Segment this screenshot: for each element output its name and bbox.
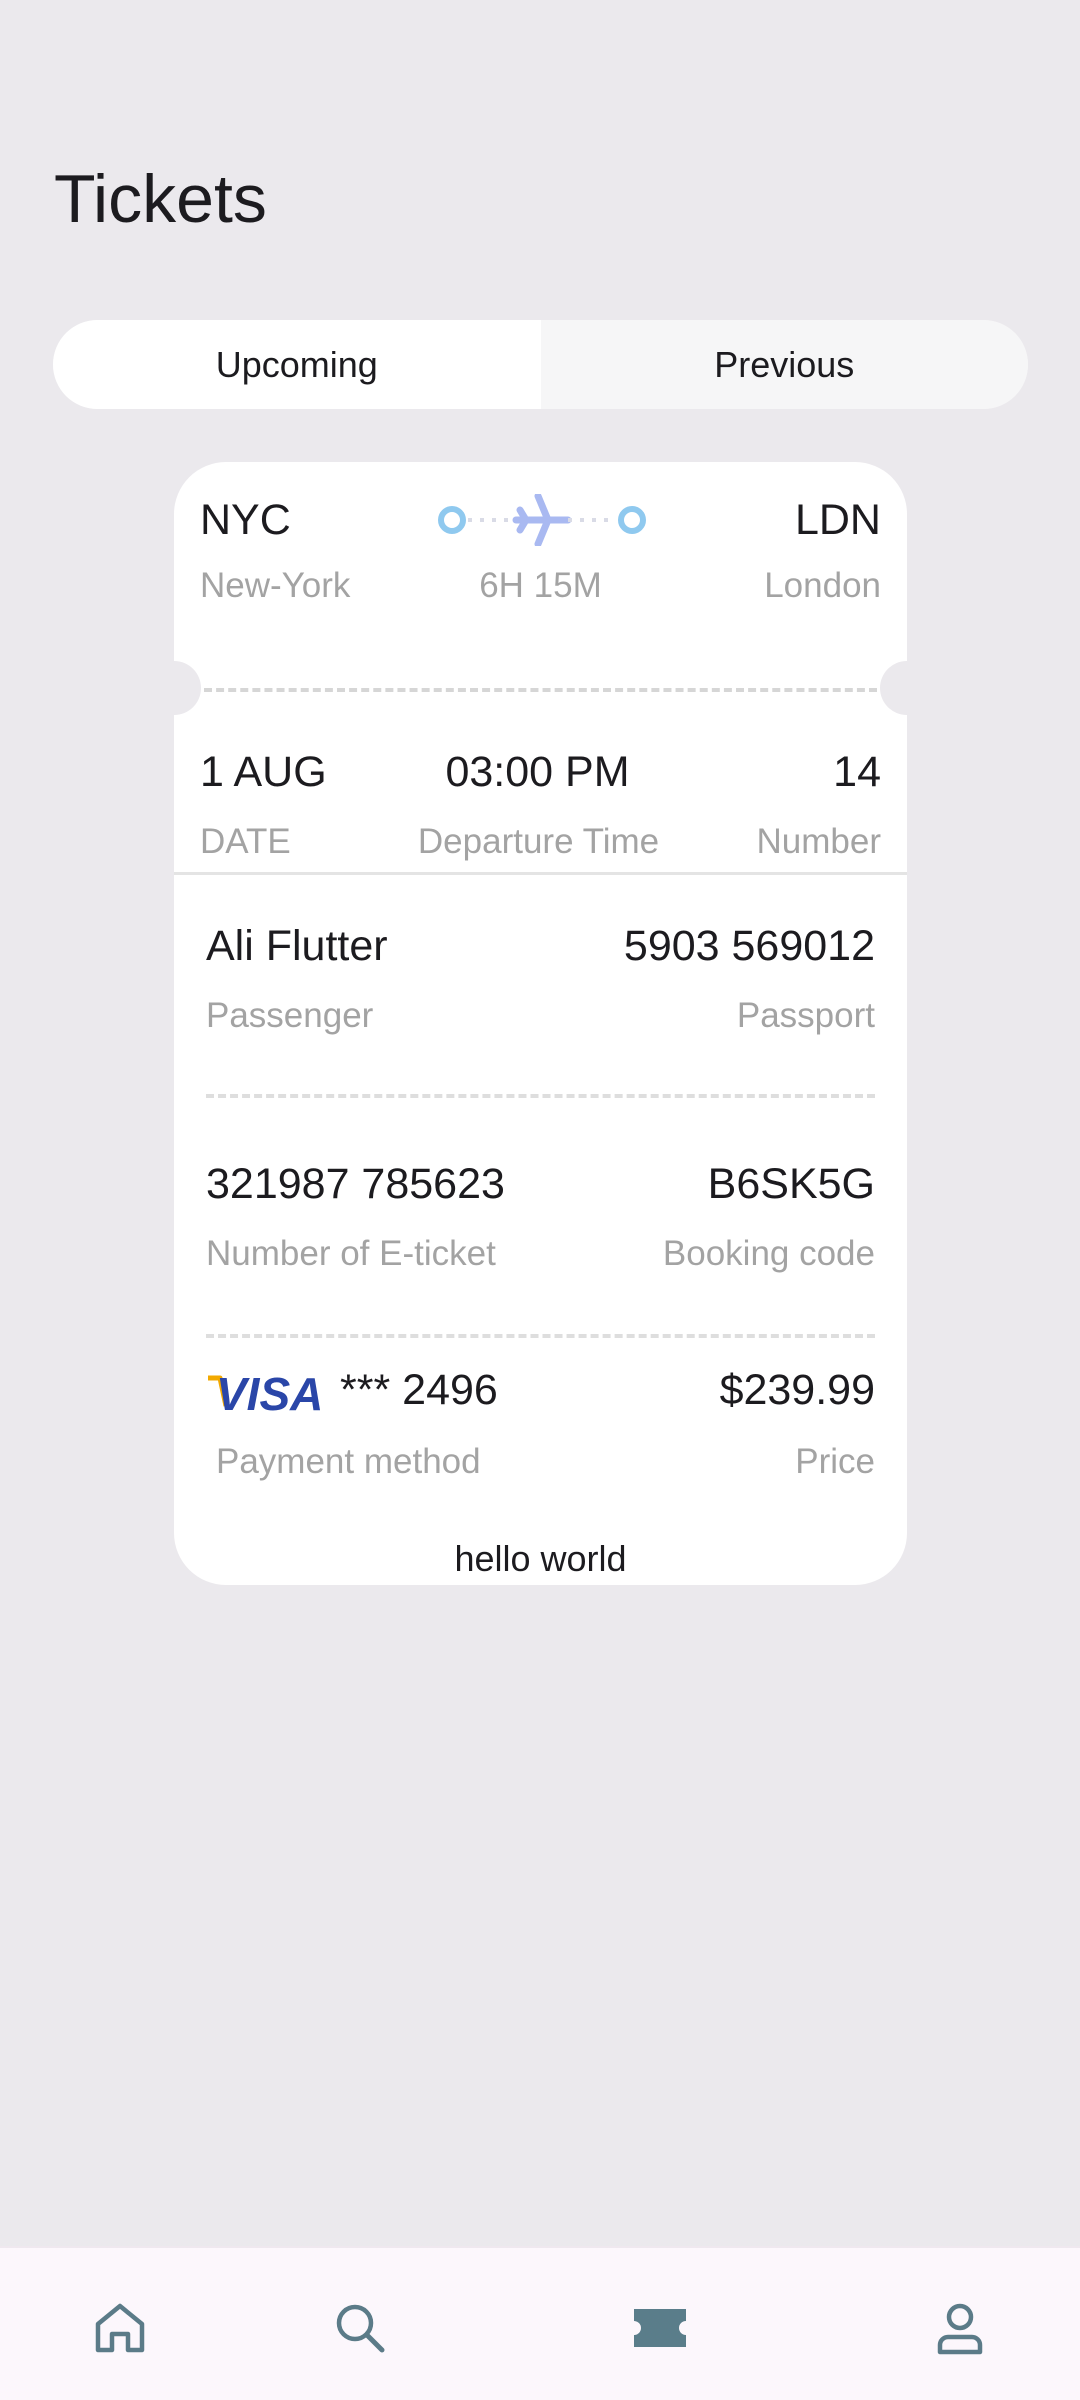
notch-right [880, 661, 934, 715]
seat-number-value: 14 [833, 748, 881, 796]
dashed-separator [206, 1094, 875, 1098]
ticket-icon [634, 2309, 686, 2347]
nav-profile[interactable] [930, 2298, 990, 2358]
booking-code-label: Booking code [662, 1234, 875, 1273]
booking-code: B6SK5G [707, 1160, 875, 1208]
search-icon [336, 2304, 385, 2353]
home-icon [95, 2303, 145, 2353]
section-divider [174, 872, 907, 875]
tab-previous[interactable]: Previous [540, 320, 1028, 409]
destination-code: LDN [794, 496, 881, 544]
plane-icon [512, 494, 572, 546]
ticket-tabs: Upcoming Previous [53, 320, 1028, 409]
origin-code: NYC [200, 496, 291, 544]
eticket-number: 321987 785623 [206, 1160, 505, 1208]
seat-number-label: Number [756, 822, 881, 861]
bottom-navigation [0, 2246, 1080, 2400]
dashed-separator [206, 1334, 875, 1338]
departure-time-value: 03:00 PM [445, 748, 630, 796]
nav-search[interactable] [330, 2298, 390, 2358]
flight-path-icon [438, 494, 646, 546]
payment-method-label: Payment method [216, 1442, 481, 1481]
profile-icon [937, 2303, 983, 2355]
tab-upcoming[interactable]: Upcoming [53, 320, 541, 409]
destination-city: London [764, 566, 881, 605]
passport-label: Passport [736, 996, 875, 1035]
passenger-name: Ali Flutter [206, 922, 388, 970]
nav-tickets[interactable] [630, 2298, 690, 2358]
visa-logo-text: VISA [216, 1368, 323, 1416]
notch-left [147, 661, 201, 715]
visa-logo-icon: VISA [208, 1368, 323, 1416]
page-title: Tickets [54, 161, 267, 237]
card-number: *** 2496 [340, 1366, 498, 1414]
passport-number: 5903 569012 [623, 922, 875, 970]
perforation-line [204, 688, 877, 692]
passenger-label: Passenger [206, 996, 374, 1035]
footer-text: hello world [454, 1538, 627, 1579]
ticket-card[interactable]: NYC New-York 6H 15M LDN London 1 AUG DAT… [147, 462, 934, 1585]
ticket-route-section: NYC New-York 6H 15M LDN London [174, 462, 907, 688]
nav-home[interactable] [90, 2298, 150, 2358]
price-label: Price [795, 1442, 875, 1481]
eticket-label: Number of E-ticket [206, 1234, 496, 1273]
price-value: $239.99 [719, 1366, 875, 1414]
